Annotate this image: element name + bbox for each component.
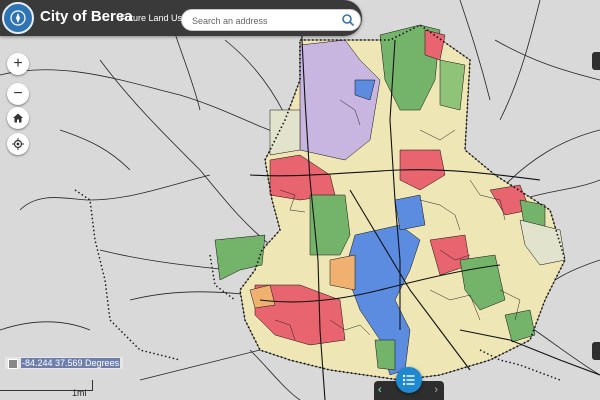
coordinate-readout: -84.244 37.569 Degrees (5, 357, 124, 369)
previous-button[interactable]: ‹ (378, 384, 382, 396)
right-panel-toggle[interactable] (592, 52, 600, 70)
right-panel-toggle-lower[interactable] (592, 342, 600, 360)
search-box (181, 9, 361, 31)
app-subtitle: Future Land Use (120, 13, 188, 23)
compass-logo-icon[interactable] (2, 2, 34, 34)
locate-button[interactable] (7, 133, 29, 155)
land-use-map[interactable] (0, 0, 600, 400)
list-icon (402, 374, 415, 386)
home-icon (13, 113, 23, 123)
search-icon (342, 14, 355, 27)
layer-list-button[interactable] (396, 367, 422, 393)
locate-icon (12, 138, 24, 150)
zoom-out-button[interactable]: − (7, 83, 29, 105)
zoom-in-button[interactable]: + (7, 53, 29, 75)
app-header: City of Berea Future Land Use (0, 0, 362, 36)
coordinate-value: -84.244 37.569 Degrees (21, 358, 121, 368)
scale-label: 1mi (72, 388, 87, 398)
search-input[interactable] (190, 13, 334, 29)
app-title: City of Berea (40, 8, 133, 25)
next-button[interactable]: › (434, 384, 438, 396)
search-button[interactable] (340, 12, 356, 28)
home-button[interactable] (7, 107, 29, 129)
coordinate-toggle-icon[interactable] (8, 358, 18, 369)
